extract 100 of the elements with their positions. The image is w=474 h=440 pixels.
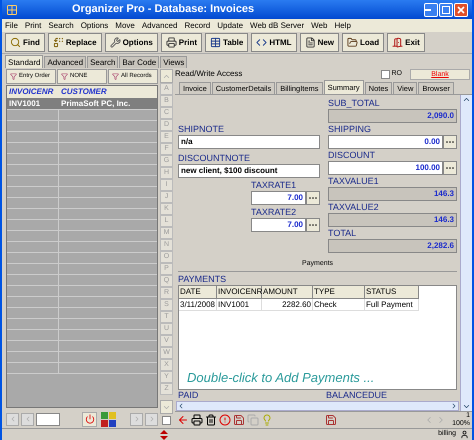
menu-item[interactable]: Web dB Server — [250, 20, 304, 30]
left-icon — [177, 402, 185, 410]
filter-icon — [61, 73, 68, 80]
column-header[interactable]: DATE — [179, 286, 217, 298]
toolbar-button[interactable]: Find — [5, 33, 45, 52]
toolbar-button[interactable]: Replace — [48, 33, 102, 52]
mode-tab[interactable]: Advanced — [44, 56, 86, 68]
toolbar-button[interactable]: Print — [160, 33, 202, 52]
scroll-up-button[interactable] — [160, 69, 173, 83]
up-icon — [462, 95, 471, 104]
filter-icon — [112, 73, 119, 80]
previous-button[interactable] — [21, 412, 34, 426]
user-icon — [460, 430, 469, 439]
field-label: SUB_TOTAL — [328, 98, 381, 109]
maximize-icon — [442, 6, 450, 14]
mode-tab[interactable]: Bar Code — [119, 56, 160, 68]
save-icon[interactable] — [325, 414, 337, 426]
field-label: DISCOUNTNOTE — [178, 153, 251, 164]
column-header[interactable]: CUSTOMER — [59, 86, 157, 98]
menu-item[interactable]: Move — [115, 20, 135, 30]
column-header[interactable]: TYPE — [313, 286, 365, 298]
toolbar-button[interactable]: HTML — [251, 33, 297, 52]
number-field[interactable]: 0.00 — [328, 135, 443, 149]
stop-button[interactable] — [82, 412, 97, 426]
readonly-field: 2,282.6 — [328, 239, 457, 253]
list-row[interactable]: INV1001 PrimaSoft PC, Inc. — [7, 98, 157, 110]
maximize-button[interactable] — [439, 2, 453, 16]
app-icon — [6, 4, 18, 16]
grid-icon — [101, 412, 116, 426]
printer-icon — [166, 37, 177, 48]
filter-icon — [10, 73, 17, 80]
code-icon — [256, 37, 268, 48]
more-button[interactable] — [443, 161, 457, 175]
toolbar-button[interactable]: Load — [342, 33, 384, 52]
toolbar-button[interactable]: Table — [205, 33, 248, 52]
number-field[interactable]: 7.00 — [251, 218, 306, 232]
menu-item[interactable]: Help — [334, 20, 351, 30]
toolbar-button[interactable]: Options — [104, 33, 158, 52]
table-cell-text: PrimaSoft PC, Inc. — [60, 98, 132, 109]
mode-tab[interactable]: Search — [87, 56, 118, 68]
field-label: PAYMENTS — [177, 274, 228, 284]
more-button[interactable] — [306, 191, 320, 205]
field-label: TAXVALUE2 — [328, 202, 380, 213]
minimize-icon — [425, 8, 431, 10]
toolbar-button[interactable]: Exit — [387, 33, 425, 52]
next-button[interactable] — [130, 412, 143, 426]
vertical-scrollbar[interactable] — [460, 95, 472, 411]
menu-item[interactable]: Update — [217, 20, 244, 30]
table-cell: Full Payment — [365, 298, 419, 310]
menu-item[interactable]: File — [5, 20, 18, 30]
toolbar-button[interactable]: New — [300, 33, 340, 52]
minimize-button[interactable] — [424, 2, 438, 16]
first-button[interactable] — [6, 412, 19, 426]
horizontal-scrollbar[interactable] — [176, 401, 459, 411]
mode-tab[interactable]: Standard — [5, 55, 44, 68]
more-button[interactable] — [306, 218, 320, 232]
column-header[interactable]: INVOICENR — [7, 86, 59, 98]
column-header[interactable]: INVOICENR — [217, 286, 262, 298]
more-button[interactable] — [443, 135, 457, 149]
number-field[interactable]: 100.00 — [328, 161, 443, 175]
add-payments-hint: Double-click to Add Payments ... — [187, 368, 376, 387]
column-header[interactable]: AMOUNT — [262, 286, 313, 298]
field-label: PAID — [178, 390, 200, 401]
table-cell: INV1001 — [217, 298, 262, 310]
close-button[interactable] — [454, 2, 468, 16]
checkbox[interactable] — [162, 416, 171, 425]
number-field[interactable]: 7.00 — [251, 191, 306, 205]
menu-item[interactable]: Advanced — [142, 20, 178, 30]
trash-icon[interactable] — [205, 414, 217, 426]
ro-checkbox[interactable] — [380, 70, 390, 78]
field-label: TAXRATE2 — [251, 207, 298, 218]
column-header[interactable]: STATUS — [365, 286, 419, 298]
menu-item[interactable]: Search — [48, 20, 74, 30]
page-icon — [304, 37, 316, 48]
replace-icon — [52, 37, 64, 48]
field-label: TAXVALUE1 — [328, 176, 380, 187]
power-icon — [84, 414, 94, 424]
scroll-down-button[interactable] — [160, 400, 173, 414]
text-field[interactable]: new client, $100 discount — [178, 164, 320, 178]
text-field[interactable]: n/a — [178, 135, 320, 149]
mode-tab[interactable]: Views — [160, 56, 188, 68]
menu-item[interactable]: Print — [24, 20, 42, 30]
field-label: TAXRATE1 — [251, 180, 298, 191]
field-label: DISCOUNT — [328, 150, 376, 161]
last-button[interactable] — [145, 412, 158, 426]
menu-item[interactable]: Options — [80, 20, 108, 30]
arrows-icon — [160, 430, 168, 440]
lightbulb-icon[interactable] — [261, 414, 273, 426]
printer-icon[interactable] — [191, 414, 203, 426]
down-icon — [462, 402, 471, 411]
search-icon — [10, 37, 21, 48]
field-label: SHIPNOTE — [178, 124, 226, 135]
table-cell-text: INV1001 — [8, 98, 42, 109]
save-icon[interactable] — [233, 414, 245, 426]
table-icon — [210, 37, 222, 48]
table-cell: 3/11/2008 — [179, 298, 217, 310]
record-field[interactable] — [36, 412, 60, 426]
menu-item[interactable]: Record — [184, 20, 210, 30]
readonly-field: 146.3 — [328, 213, 457, 227]
menu-item[interactable]: Web — [311, 20, 328, 30]
